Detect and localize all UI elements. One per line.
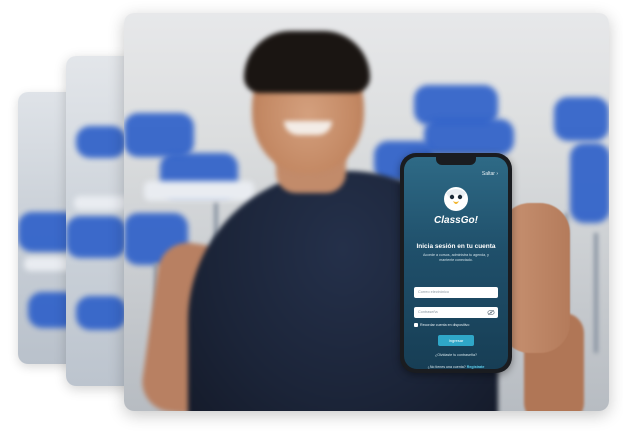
signup-prompt-text: ¿No tienes una cuenta? <box>427 365 466 369</box>
chair-shape <box>554 97 609 141</box>
eagle-mascot-icon <box>444 187 468 211</box>
email-field[interactable]: Correo electrónico <box>414 287 498 298</box>
chair-shape <box>570 143 609 223</box>
brand-name: ClassGo! <box>434 215 478 226</box>
eye-off-icon[interactable] <box>487 309 495 316</box>
phone-mockup: Saltar › ClassGo! Inicia sesión en tu cu… <box>400 153 512 373</box>
login-title: Inicia sesión en tu cuenta <box>416 243 496 250</box>
photo-card: Saltar › ClassGo! Inicia sesión en tu cu… <box>124 13 609 411</box>
person-hair <box>244 31 370 93</box>
person-smile <box>284 121 332 135</box>
password-field[interactable]: Contraseña <box>414 307 498 318</box>
login-button[interactable]: Ingresar <box>438 335 474 346</box>
login-subtitle: Accede a cursos, administra tu agenda, y… <box>423 253 489 262</box>
remember-device-option[interactable]: Recordar cuenta en dispositivo <box>414 323 469 327</box>
phone-notch <box>436 157 476 165</box>
chair-leg <box>594 233 598 353</box>
chair-shape <box>124 113 194 157</box>
remember-label: Recordar cuenta en dispositivo <box>420 323 470 327</box>
chair-shape <box>424 119 514 155</box>
chair-shape <box>76 126 126 158</box>
forgot-password-link[interactable]: ¿Olvidaste tu contraseña? <box>404 353 508 357</box>
desk-shape <box>144 181 254 201</box>
signup-prompt: ¿No tienes una cuenta? Registrate <box>404 365 508 369</box>
desk-shape <box>74 196 130 210</box>
remember-checkbox[interactable] <box>414 323 418 327</box>
skip-button[interactable]: Saltar › <box>482 171 498 177</box>
password-placeholder: Contraseña <box>418 310 438 314</box>
email-placeholder: Correo electrónico <box>418 290 450 294</box>
chevron-right-icon: › <box>496 171 498 177</box>
app-login-screen: Saltar › ClassGo! Inicia sesión en tu cu… <box>404 157 508 369</box>
chair-shape <box>66 216 126 258</box>
chair-shape <box>76 296 126 330</box>
skip-label: Saltar <box>481 171 495 177</box>
signup-link[interactable]: Registrate <box>467 365 485 369</box>
